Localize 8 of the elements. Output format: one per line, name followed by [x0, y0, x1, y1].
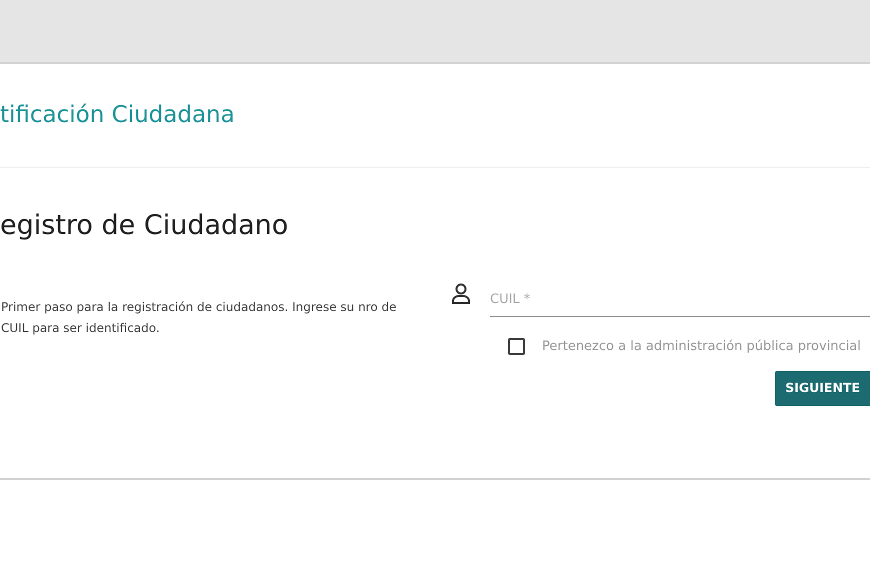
person-icon — [450, 282, 472, 306]
checkbox[interactable] — [508, 338, 525, 355]
cuil-field[interactable]: CUIL * — [490, 272, 870, 316]
form-heading: egistro de Ciudadano — [0, 209, 290, 243]
page-title: tificación Ciudadana — [0, 101, 235, 130]
next-button[interactable]: SIGUIENTE — [775, 371, 870, 406]
description-text: Primer paso para la registración de ciudadanos. Ingrese su nro de CUIL para ser identificado. — [0, 298, 398, 336]
checkbox-label: Pertenezco a la administración pública provincial — [542, 338, 861, 356]
